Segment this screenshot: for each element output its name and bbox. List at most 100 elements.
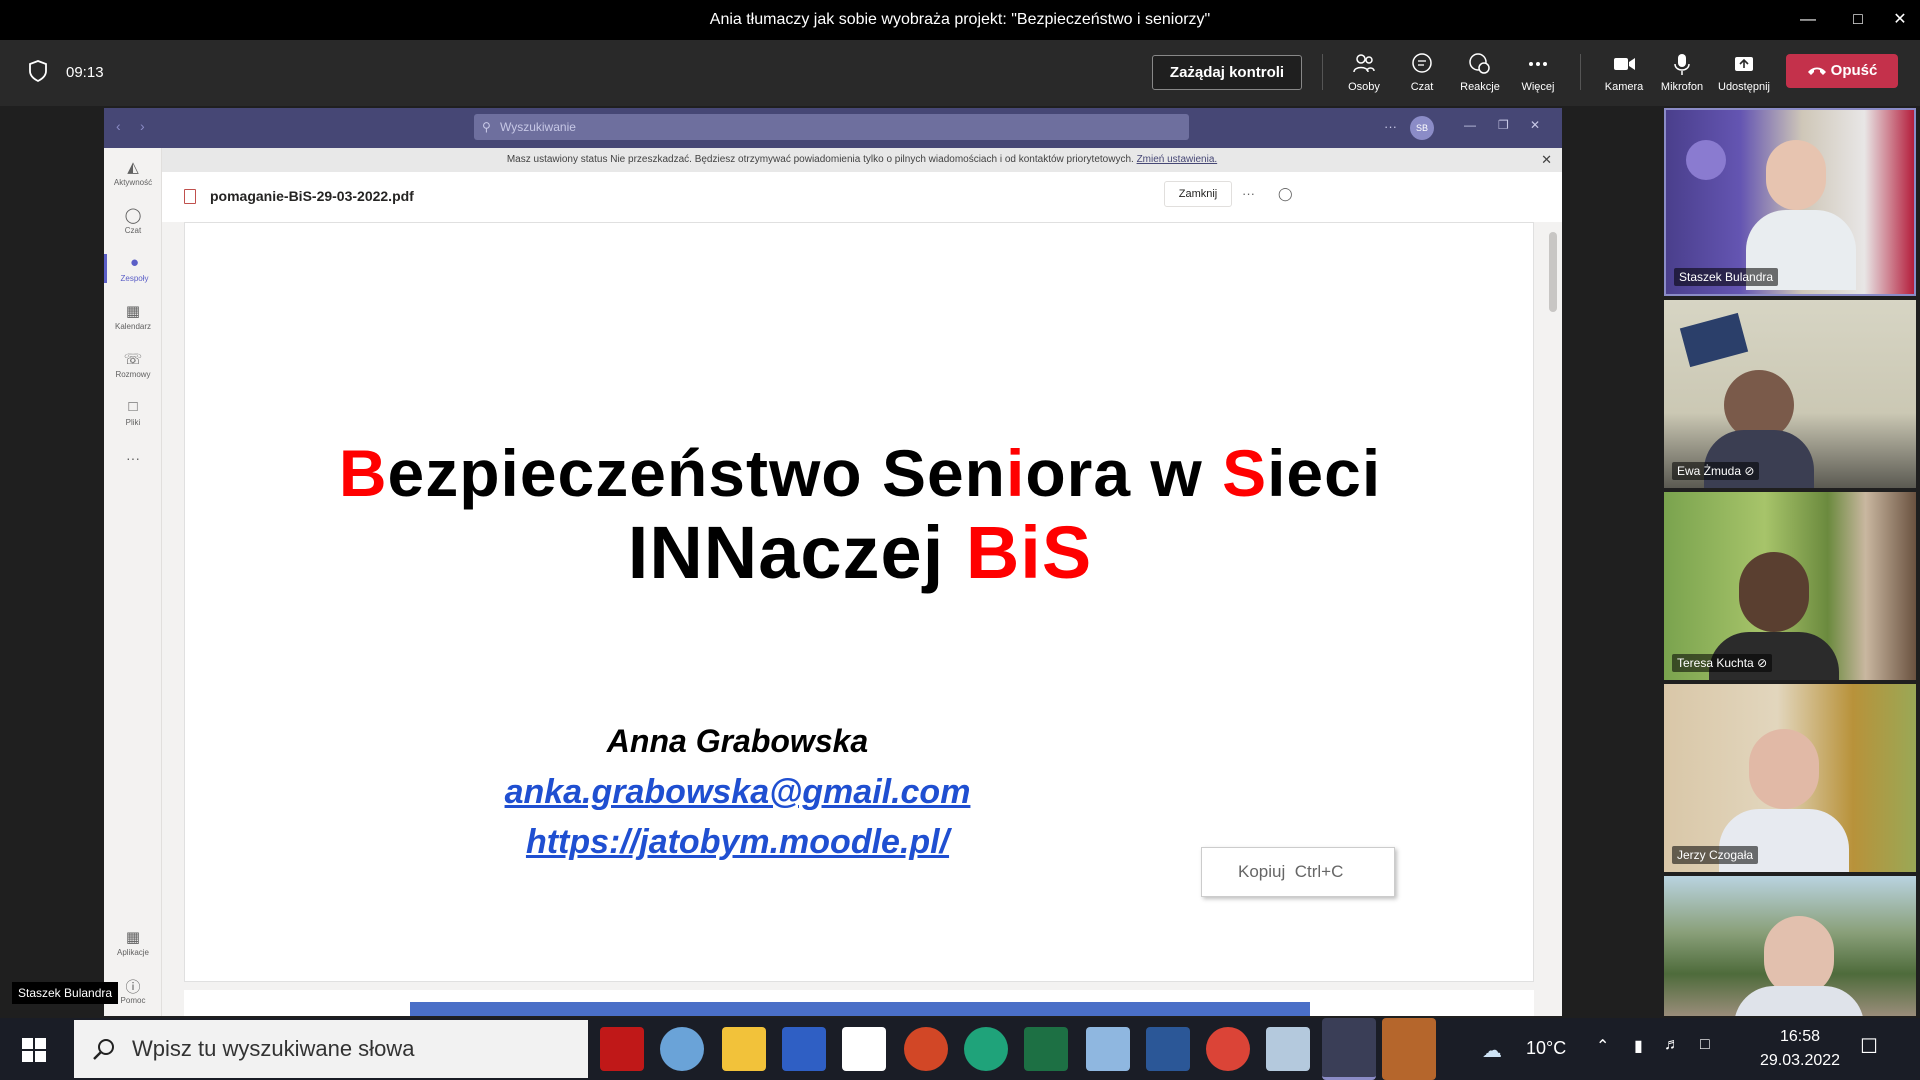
participant-tile[interactable]: Jerzy Czogała [1664, 684, 1916, 872]
clock-date[interactable]: 29.03.2022 [1750, 1052, 1850, 1070]
participant-tile[interactable] [1664, 876, 1916, 1016]
people-button[interactable]: Osoby [1334, 52, 1394, 93]
network-globe-icon[interactable] [660, 1027, 704, 1071]
edge-icon[interactable] [964, 1027, 1008, 1071]
avatar[interactable]: SB [1410, 116, 1434, 140]
taskbar-search-placeholder: Wpisz tu wyszukiwane słowa [132, 1036, 415, 1061]
reactions-button[interactable]: Reakcje [1450, 52, 1510, 93]
clock-time[interactable]: 16:58 [1760, 1028, 1840, 1046]
author-email-link[interactable]: anka.grabowska@gmail.com [185, 773, 1290, 812]
forward-arrow-icon[interactable]: › [140, 118, 145, 134]
close-window-button[interactable]: ✕ [1880, 6, 1920, 34]
paint-3d-icon[interactable] [1266, 1027, 1310, 1071]
chat-button[interactable]: Czat [1392, 52, 1452, 93]
share-button[interactable]: Udostępnij [1714, 52, 1774, 93]
rail-item-files[interactable]: □ Pliki [104, 398, 162, 427]
chrome-icon[interactable] [1206, 1027, 1250, 1071]
window-title-bar: Ania tłumaczy jak sobie wyobraża projekt… [0, 0, 1920, 40]
title-segment: B [338, 436, 388, 510]
participant-tile[interactable]: Teresa Kuchta ⊘ [1664, 492, 1916, 680]
microphone-button[interactable]: Mikrofon [1652, 52, 1712, 93]
close-notice-icon[interactable]: ✕ [1541, 148, 1552, 172]
microphone-label: Mikrofon [1660, 81, 1704, 93]
participant-name: Ewa Żmuda ⊘ [1672, 462, 1760, 480]
maximize-button[interactable]: □ [1838, 6, 1878, 34]
copy-shortcut: Ctrl+C [1294, 862, 1344, 881]
rail-item-teams[interactable]: ● Zespoły [104, 254, 162, 283]
scrollbar-thumb[interactable] [1549, 232, 1557, 312]
store-icon[interactable] [842, 1027, 886, 1071]
moodle-url-link[interactable]: https://jatobym.moodle.pl/ [185, 823, 1290, 862]
pdf-scrollbar[interactable] [1544, 222, 1562, 1016]
presenter-label: Staszek Bulandra [12, 982, 119, 1004]
apps-icon: ▦ [125, 929, 141, 946]
teams-icon[interactable] [1322, 1018, 1376, 1080]
change-settings-link[interactable]: Zmień ustawienia. [1137, 154, 1218, 165]
close-document-button[interactable]: Zamknij [1164, 181, 1232, 207]
title-segment: i [1006, 436, 1026, 510]
pdf-viewer: Bezpieczeństwo Seniora w Sieci INNaczej … [162, 222, 1544, 1016]
rail-item-activity[interactable]: ◭ Aktywność [104, 158, 162, 187]
title-segment: ora w [1025, 436, 1223, 510]
document-more-icon[interactable]: ··· [1242, 186, 1255, 201]
participant-name: Staszek Bulandra [1674, 268, 1779, 286]
pdf-page-next [184, 990, 1534, 1016]
rail-label: Zespoły [120, 274, 149, 283]
excel-icon[interactable] [1024, 1027, 1068, 1071]
meeting-timer: 09:13 [66, 64, 104, 81]
reactions-icon [1469, 53, 1490, 74]
camera-button[interactable]: Kamera [1594, 52, 1654, 93]
slide-title-line-2: INNaczej BiS [185, 513, 1535, 593]
hang-up-icon [1807, 67, 1826, 76]
word-icon[interactable] [1146, 1027, 1190, 1071]
rail-more-button[interactable]: ··· [104, 450, 162, 466]
participant-name-text: Ewa Żmuda [1677, 464, 1742, 478]
copy-menu-item[interactable]: Kopiuj [1238, 862, 1285, 881]
next-page-banner [410, 1002, 1310, 1016]
toolbar-divider [1580, 54, 1581, 90]
title-segment: ieci [1267, 436, 1382, 510]
teams-minimize-button[interactable]: — [1464, 118, 1476, 132]
title-segment: ezpieczeństwo Sen [387, 436, 1006, 510]
tray-chevron-icon[interactable]: ⌃ [1596, 1036, 1609, 1056]
back-arrow-icon[interactable]: ‹ [116, 118, 121, 134]
more-options-icon[interactable]: ··· [1384, 119, 1397, 134]
windows-start-icon[interactable] [22, 1038, 46, 1062]
participant-video [1766, 140, 1826, 210]
more-label: Więcej [1521, 81, 1555, 93]
mcafee-icon[interactable] [600, 1027, 644, 1071]
save-icon[interactable] [782, 1027, 826, 1071]
request-control-button[interactable]: Zażądaj kontroli [1152, 55, 1302, 90]
powerpoint-icon[interactable] [904, 1027, 948, 1071]
taskbar-search-input[interactable]: Wpisz tu wyszukiwane słowa [74, 1020, 588, 1078]
participant-video [1749, 729, 1819, 809]
network-icon[interactable]: □ [1700, 1036, 1710, 1054]
camera-icon [1614, 58, 1635, 70]
rail-item-calendar[interactable]: ▦ Kalendarz [104, 302, 162, 331]
teams-search-input[interactable]: ⚲ Wyszukiwanie [474, 114, 1189, 140]
rail-item-apps[interactable]: ▦ Aplikacje [104, 928, 162, 957]
rail-label: Pomoc [120, 996, 146, 1005]
minimize-button[interactable]: — [1788, 6, 1828, 34]
rail-item-calls[interactable]: ☏ Rozmowy [104, 350, 162, 379]
tray-microphone-icon[interactable]: ▮ [1634, 1036, 1643, 1056]
more-button[interactable]: Więcej [1508, 52, 1568, 93]
file-icon: □ [128, 398, 138, 415]
wall-picture [1679, 312, 1749, 368]
leave-button[interactable]: Opuść [1786, 54, 1898, 88]
teams-restore-button[interactable]: ❐ [1498, 118, 1509, 132]
notifications-icon[interactable]: ☐ [1860, 1034, 1878, 1059]
conversation-icon[interactable]: ◯ [1278, 186, 1293, 202]
weather-temp[interactable]: 10°C [1526, 1038, 1566, 1059]
title-segment: INNaczej [627, 511, 966, 594]
participant-tile[interactable]: Ewa Żmuda ⊘ [1664, 300, 1916, 488]
toolbar-divider [1322, 54, 1323, 90]
teams-close-button[interactable]: ✕ [1530, 118, 1540, 132]
paint-icon[interactable] [1086, 1027, 1130, 1071]
file-explorer-icon[interactable] [722, 1027, 766, 1071]
volume-icon[interactable]: ♬ [1664, 1036, 1680, 1054]
waves-icon[interactable] [1382, 1018, 1436, 1080]
rail-item-chat[interactable]: ◯ Czat [104, 206, 162, 235]
rail-label: Kalendarz [114, 322, 152, 331]
participant-tile[interactable]: Staszek Bulandra [1664, 108, 1916, 296]
